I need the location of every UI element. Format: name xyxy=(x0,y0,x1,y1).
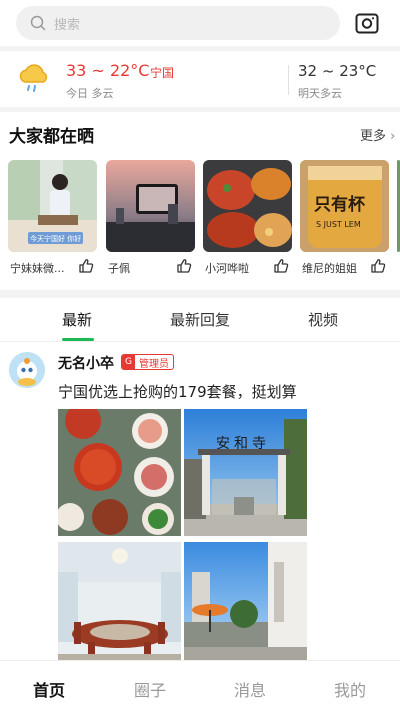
card-photo xyxy=(203,160,292,252)
tab-video[interactable]: 视频 xyxy=(308,309,338,330)
tomorrow-temperature: 32 ~ 23°C xyxy=(298,62,377,80)
bottom-navigation: 首页 圈子 消息 我的 xyxy=(0,660,400,711)
city-name: 宁国 xyxy=(150,66,175,80)
thumbs-up-icon[interactable] xyxy=(370,258,386,274)
card-photo xyxy=(106,160,195,252)
card-overlay-subtext: S JUST LEM xyxy=(316,220,361,229)
post-text: 宁国优选上抢购的179套餐，挺划算 xyxy=(58,383,297,401)
thumbs-up-icon[interactable] xyxy=(176,258,192,274)
card-photo: 今天宁国好 你好 xyxy=(8,160,97,252)
post-image[interactable]: 安和寺 xyxy=(184,409,307,536)
post-card[interactable]: 无名小卒 G 管理员 宁国优选上抢购的179套餐，挺划算 安和寺 xyxy=(0,342,400,669)
active-tab-indicator xyxy=(62,338,94,341)
share-card[interactable]: 今天宁国好 你好 宁妹妹微... xyxy=(8,160,97,285)
card-author: 小河哗啦 xyxy=(205,262,249,275)
card-author: 子佩 xyxy=(108,262,130,275)
tab-latest[interactable]: 最新 xyxy=(62,309,92,330)
nav-messages[interactable]: 消息 xyxy=(234,677,266,701)
share-card[interactable]: 小河哗啦 xyxy=(203,160,292,285)
search-icon xyxy=(30,15,46,31)
share-card[interactable]: 子佩 xyxy=(106,160,195,285)
nav-profile[interactable]: 我的 xyxy=(334,677,366,701)
avatar[interactable] xyxy=(9,352,45,388)
post-image-graphic xyxy=(58,409,181,536)
badge-label: 管理员 xyxy=(138,358,169,370)
camera-icon[interactable] xyxy=(355,12,379,34)
post-image[interactable] xyxy=(58,542,181,669)
top-bar: 搜索 xyxy=(0,0,400,46)
share-section: 大家都在晒 更多 › 今天宁国好 你好 宁妹妹微... 子佩 小河哗啦 只有杯 … xyxy=(0,112,400,290)
tomorrow-label: 明天多云 xyxy=(298,87,342,100)
nav-home[interactable]: 首页 xyxy=(33,677,65,701)
more-label: 更多 xyxy=(360,129,387,144)
chevron-right-icon: › xyxy=(386,129,396,144)
cloud-rain-icon xyxy=(19,64,48,92)
post-image[interactable] xyxy=(184,542,307,669)
thumbs-up-icon[interactable] xyxy=(273,258,289,274)
post-image-graphic xyxy=(184,542,307,669)
badge-icon: G xyxy=(122,355,135,369)
today-label: 今日 多云 xyxy=(66,87,114,100)
thumbs-up-icon[interactable] xyxy=(78,258,94,274)
card-author: 维尼的姐姐 xyxy=(302,262,357,275)
feed-tabs: 最新 最新回复 视频 xyxy=(0,298,400,342)
gate-sign-text: 安和寺 xyxy=(216,436,270,452)
post-image[interactable] xyxy=(58,409,181,536)
section-title: 大家都在晒 xyxy=(9,127,94,147)
card-photo-graphic xyxy=(106,160,195,252)
weather-divider xyxy=(288,65,289,95)
nav-circle[interactable]: 圈子 xyxy=(134,677,166,701)
card-photo: 只有杯 S JUST LEM xyxy=(300,160,389,252)
admin-badge: G 管理员 xyxy=(121,354,174,370)
post-username[interactable]: 无名小卒 xyxy=(58,353,114,373)
more-link[interactable]: 更多 › xyxy=(360,125,395,144)
today-temperature: 33 ~ 22°C xyxy=(66,61,150,80)
card-author: 宁妹妹微... xyxy=(10,262,65,275)
search-placeholder: 搜索 xyxy=(54,17,81,33)
share-card[interactable]: 只有杯 S JUST LEM 维尼的姐姐 xyxy=(300,160,389,285)
card-overlay-text: 今天宁国好 你好 xyxy=(30,235,82,243)
tab-latest-reply[interactable]: 最新回复 xyxy=(170,309,230,330)
weather-panel[interactable]: 33 ~ 22°C 宁国 今日 多云 32 ~ 23°C 明天多云 xyxy=(0,51,400,107)
card-overlay-text: 只有杯 xyxy=(314,195,365,215)
card-photo-graphic xyxy=(203,160,292,252)
post-image-graphic xyxy=(184,409,307,536)
avatar-graphic xyxy=(9,352,45,388)
share-card-list: 今天宁国好 你好 宁妹妹微... 子佩 小河哗啦 只有杯 S JUST LEM … xyxy=(8,160,400,285)
post-image-graphic xyxy=(58,542,181,669)
search-bar[interactable]: 搜索 xyxy=(16,6,340,40)
